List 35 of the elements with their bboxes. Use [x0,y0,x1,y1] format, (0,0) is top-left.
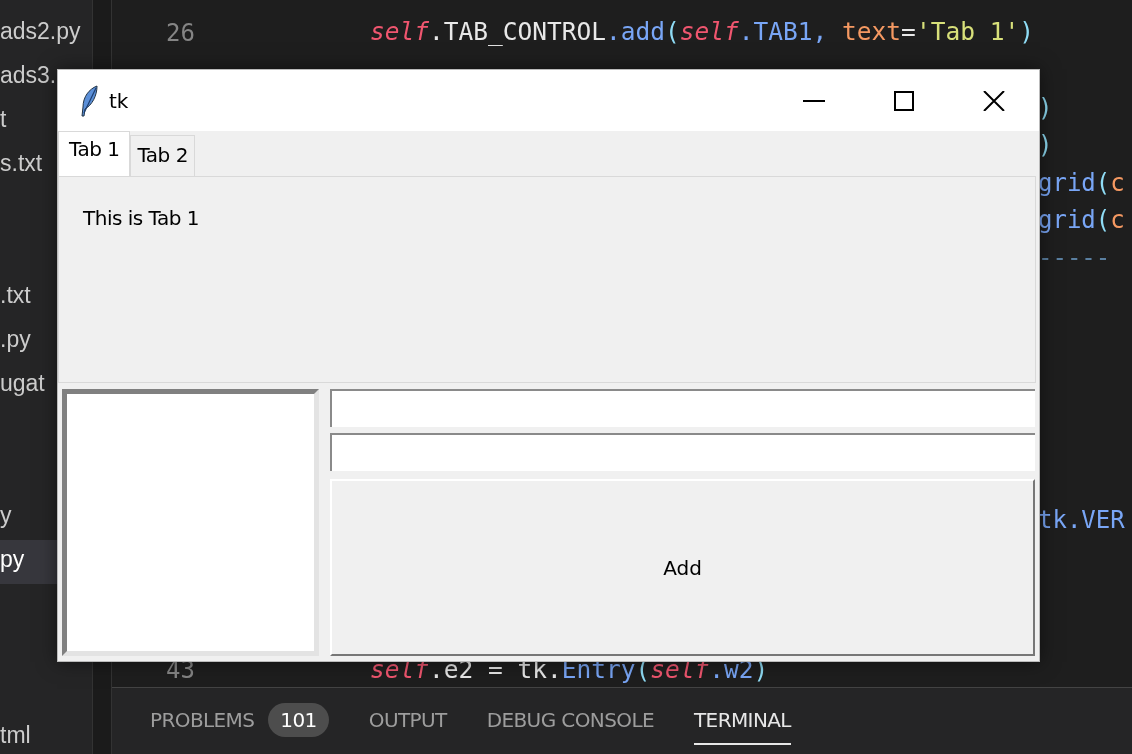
add-button[interactable]: Add [330,479,1035,656]
code-line: ) [1038,130,1053,162]
code-line: grid(c [1038,205,1125,237]
minimize-icon [803,99,825,102]
code-line: grid(c [1038,167,1125,199]
tab-label: This is Tab 1 [83,205,200,232]
file-item[interactable]: py [0,544,25,574]
file-item[interactable]: .txt [0,280,31,310]
maximize-icon [894,90,914,111]
count-badge: 101 [268,703,329,737]
list-box[interactable] [62,389,319,656]
panel-tab[interactable]: DEBUG CONSOLE [486,697,654,745]
close-icon [983,90,1005,111]
tab[interactable]: Tab 1 [58,131,131,176]
text-field[interactable] [330,433,1035,471]
panel-tab[interactable]: TERMINAL [694,697,791,745]
file-item[interactable]: .py [0,324,31,354]
text-field[interactable] [330,389,1035,427]
line-number: 26 [165,17,196,49]
file-item[interactable]: ads3. [0,60,57,90]
feather-icon [79,84,99,117]
tab[interactable]: Tab 2 [130,135,195,176]
panel-tab[interactable]: OUTPUT [368,697,447,745]
code-line: ) [1038,92,1053,124]
file-item[interactable]: t [0,104,7,134]
file-item[interactable]: y [0,500,12,530]
panel-tab[interactable]: PROBLEMS 101 [150,695,329,747]
code-line: tk.VER [1038,505,1125,537]
file-item[interactable]: ads2.py [0,16,81,46]
code-line: ----- [1038,242,1111,274]
code-line: self.TAB_CONTROL.add(self.TAB1, text='Tab 1') [369,16,1034,49]
file-item[interactable]: ugat [0,368,45,398]
window-title: tk [109,87,129,115]
file-item[interactable]: s.txt [0,148,43,178]
file-item[interactable]: tml [0,720,31,750]
